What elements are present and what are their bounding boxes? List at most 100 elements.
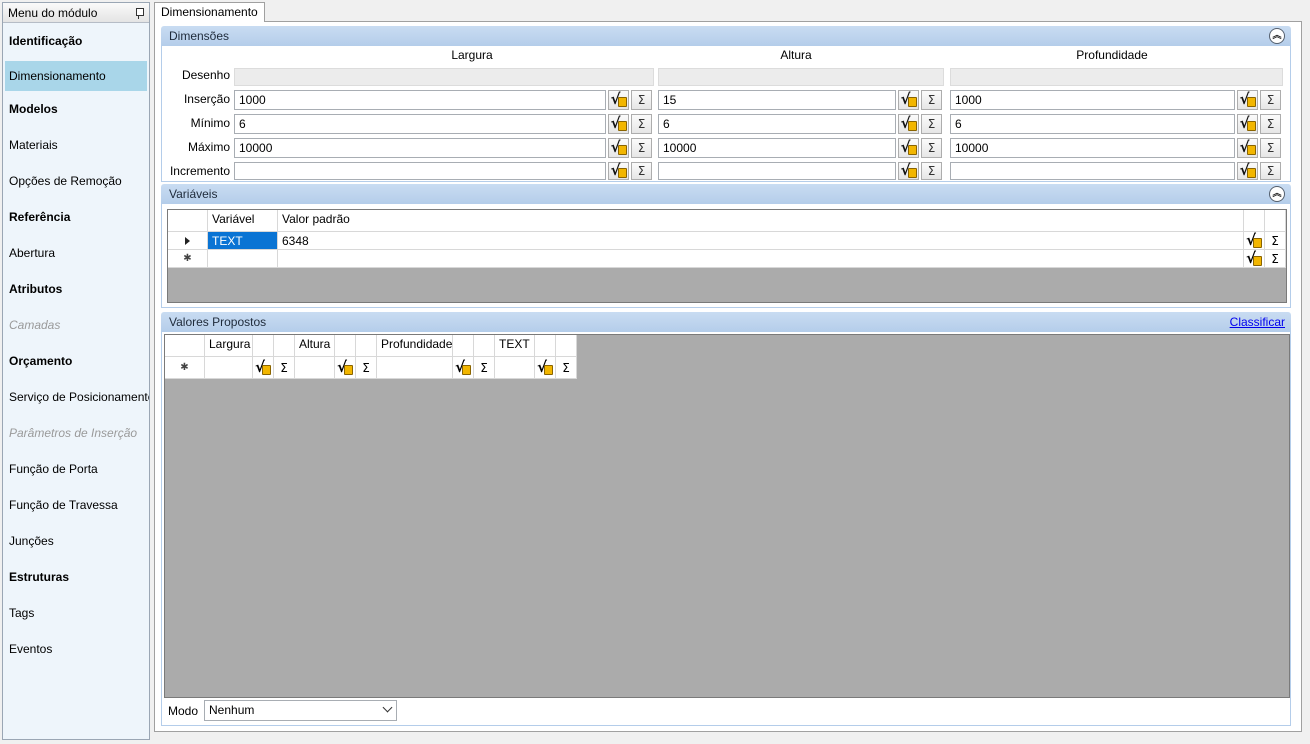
menu-item-estruturas[interactable]: Estruturas <box>3 559 149 595</box>
classificar-link[interactable]: Classificar <box>1230 315 1285 329</box>
sigma-icon: Σ <box>637 164 646 178</box>
value-field[interactable]: 10000 <box>950 138 1235 158</box>
dimensoes-header[interactable]: Dimensões ︽ <box>161 26 1291 46</box>
sum-button[interactable]: Σ <box>274 357 295 379</box>
sum-button[interactable]: Σ <box>1260 162 1281 180</box>
valor-padrao-cell[interactable]: 6348 <box>278 232 1244 250</box>
formula-button[interactable] <box>608 90 629 110</box>
column-header[interactable]: Largura <box>205 335 253 357</box>
menu-item-opcoes-de-remocao[interactable]: Opções de Remoção <box>3 163 149 199</box>
value-field[interactable]: 6 <box>950 114 1235 134</box>
tab-dimensionamento[interactable]: Dimensionamento <box>154 2 265 23</box>
formula-button[interactable] <box>898 138 919 158</box>
sigma-icon: Σ <box>1271 251 1279 266</box>
sum-button[interactable]: Σ <box>631 138 652 158</box>
grid-corner <box>168 210 208 232</box>
value-field[interactable]: 1000 <box>234 90 606 110</box>
value-field[interactable]: 15 <box>658 90 896 110</box>
menu-item-materiais[interactable]: Materiais <box>3 127 149 163</box>
value-cell[interactable] <box>205 357 253 379</box>
double-chevron-up-icon[interactable]: ︽ <box>1269 186 1285 202</box>
formula-button[interactable] <box>898 90 919 110</box>
formula-button[interactable] <box>898 114 919 134</box>
column-header[interactable]: TEXT <box>495 335 535 357</box>
column-header-valor-padrao[interactable]: Valor padrão <box>278 210 1244 232</box>
sum-button[interactable]: Σ <box>921 138 942 158</box>
double-chevron-up-icon[interactable]: ︽ <box>1269 28 1285 44</box>
variaveis-header[interactable]: Variáveis ︽ <box>161 184 1291 204</box>
sum-button[interactable]: Σ <box>921 162 942 180</box>
module-menu: Menu do módulo Identificação Dimensioname… <box>2 2 150 740</box>
column-header: Altura <box>780 48 812 62</box>
menu-item-servico-de-posicionamento[interactable]: Serviço de Posicionamento <box>3 379 149 415</box>
menu-item-eventos[interactable]: Eventos <box>3 631 149 667</box>
column-header[interactable]: Profundidade <box>377 335 453 357</box>
sum-button[interactable]: Σ <box>631 90 652 110</box>
variavel-cell[interactable]: TEXT <box>208 232 278 250</box>
formula-button[interactable] <box>608 114 629 134</box>
value-field[interactable] <box>234 162 606 180</box>
formula-button[interactable] <box>1237 90 1258 110</box>
sqrt-formula-icon <box>1246 232 1262 249</box>
sum-button[interactable]: Σ <box>631 162 652 180</box>
menu-item-juncoes[interactable]: Junções <box>3 523 149 559</box>
formula-button[interactable] <box>253 357 274 379</box>
row-indicator <box>168 232 208 250</box>
formula-button[interactable] <box>453 357 474 379</box>
sum-button[interactable]: Σ <box>474 357 495 379</box>
value-cell[interactable] <box>295 357 335 379</box>
menu-item-referencia[interactable]: Referência <box>3 199 149 235</box>
sum-button[interactable]: Σ <box>1260 90 1281 110</box>
formula-button[interactable] <box>898 161 919 180</box>
formula-button[interactable] <box>1237 138 1258 158</box>
sum-button[interactable]: Σ <box>1265 250 1286 268</box>
formula-button[interactable] <box>335 357 356 379</box>
menu-item-identificacao[interactable]: Identificação <box>3 23 149 59</box>
formula-button[interactable] <box>608 161 629 180</box>
menu-item-funcao-de-porta[interactable]: Função de Porta <box>3 451 149 487</box>
sum-button[interactable]: Σ <box>556 357 577 379</box>
value-field[interactable] <box>950 162 1235 180</box>
modo-select[interactable]: Nenhum <box>204 700 397 721</box>
sqrt-formula-icon <box>611 161 627 179</box>
menu-item-tags[interactable]: Tags <box>3 595 149 631</box>
dimensoes-title: Dimensões <box>169 29 230 43</box>
sum-button[interactable]: Σ <box>921 114 942 134</box>
formula-button[interactable] <box>1244 250 1265 268</box>
value-field[interactable]: 6 <box>658 114 896 134</box>
menu-item-atributos[interactable]: Atributos <box>3 271 149 307</box>
sum-button[interactable]: Σ <box>921 90 942 110</box>
value-field[interactable]: 10000 <box>658 138 896 158</box>
sum-button[interactable]: Σ <box>1260 114 1281 134</box>
formula-button[interactable] <box>1237 161 1258 180</box>
value-field[interactable]: 6 <box>234 114 606 134</box>
formula-button[interactable] <box>1244 232 1265 250</box>
value-field[interactable] <box>658 162 896 180</box>
valor-padrao-cell[interactable] <box>278 250 1244 268</box>
column-header[interactable]: Altura <box>295 335 335 357</box>
modo-label: Modo <box>168 704 199 718</box>
menu-item-modelos[interactable]: Modelos <box>3 91 149 127</box>
formula-button[interactable] <box>535 357 556 379</box>
pin-icon[interactable] <box>134 7 144 19</box>
menu-item-orcamento[interactable]: Orçamento <box>3 343 149 379</box>
variavel-cell[interactable] <box>208 250 278 268</box>
sum-button[interactable]: Σ <box>631 114 652 134</box>
sqrt-formula-icon <box>1246 250 1262 267</box>
valores-propostos-title: Valores Propostos <box>169 315 267 329</box>
formula-button[interactable] <box>1237 114 1258 134</box>
value-field[interactable]: 10000 <box>234 138 606 158</box>
value-cell[interactable] <box>495 357 535 379</box>
menu-item-funcao-de-travessa[interactable]: Função de Travessa <box>3 487 149 523</box>
desenho-field <box>234 68 654 86</box>
value-cell[interactable] <box>377 357 453 379</box>
formula-button[interactable] <box>608 138 629 158</box>
sum-button[interactable]: Σ <box>356 357 377 379</box>
new-row-icon: ✱ <box>180 362 189 373</box>
sum-button[interactable]: Σ <box>1265 232 1286 250</box>
menu-item-dimensionamento[interactable]: Dimensionamento <box>5 61 147 91</box>
column-header-variavel[interactable]: Variável <box>208 210 278 232</box>
menu-item-abertura[interactable]: Abertura <box>3 235 149 271</box>
value-field[interactable]: 1000 <box>950 90 1235 110</box>
sum-button[interactable]: Σ <box>1260 138 1281 158</box>
